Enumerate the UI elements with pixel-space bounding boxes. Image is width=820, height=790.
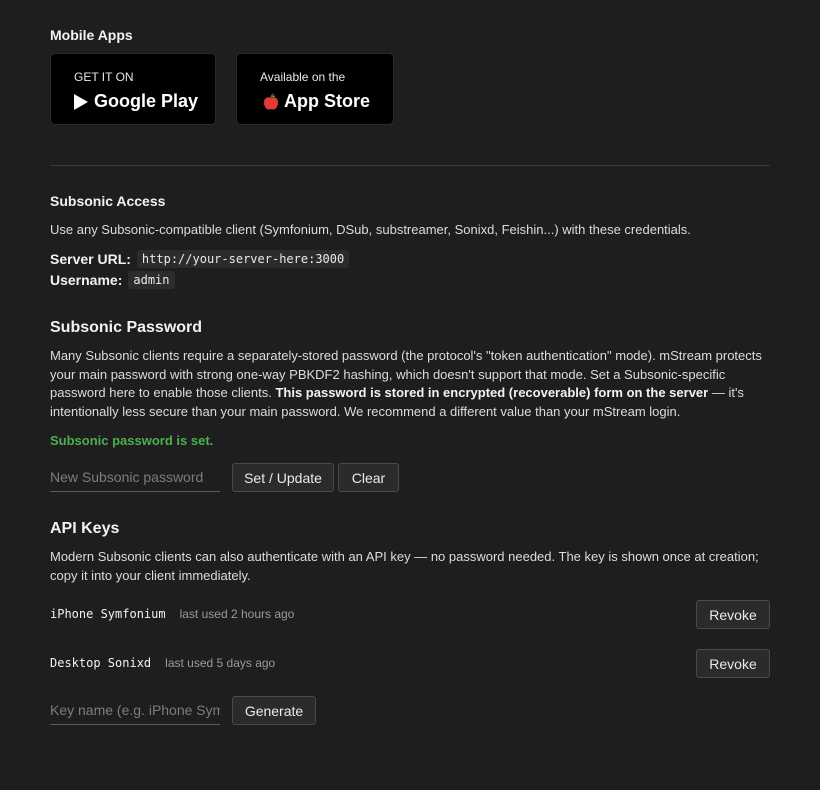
api-key-row: Desktop Sonixd last used 5 days ago [50, 656, 275, 670]
app-store-badge[interactable]: Available on the App Store [236, 53, 394, 125]
set-update-button[interactable]: Set / Update [232, 463, 334, 492]
api-key-name: iPhone Symfonium [50, 607, 166, 621]
google-play-big-text: Google Play [94, 91, 199, 111]
revoke-button[interactable]: Revoke [696, 649, 770, 678]
api-key-last-used: last used 2 hours ago [179, 607, 295, 621]
api-key-name: Desktop Sonixd [50, 656, 152, 670]
subsonic-password-description: Many Subsonic clients require a separate… [50, 347, 772, 421]
subsonic-password-input[interactable] [50, 469, 220, 492]
api-keys-heading: API Keys [50, 520, 120, 537]
revoke-button[interactable]: Revoke [696, 600, 770, 629]
subsonic-access-heading: Subsonic Access [50, 193, 166, 209]
google-play-small-text: GET IT ON [74, 70, 134, 84]
key-name-input[interactable] [50, 702, 220, 725]
app-store-big-text: App Store [284, 91, 371, 111]
play-icon [74, 93, 88, 110]
google-play-badge[interactable]: GET IT ON Google Play [50, 53, 216, 125]
server-url-label: Server URL: [50, 251, 131, 267]
api-key-row: iPhone Symfonium last used 2 hours ago [50, 607, 294, 621]
generate-button[interactable]: Generate [232, 696, 316, 725]
subsonic-password-heading: Subsonic Password [50, 319, 203, 336]
password-desc-bold: This password is stored in encrypted (re… [275, 385, 709, 400]
server-url-value: http://your-server-here:3000 [136, 250, 350, 268]
subsonic-access-description: Use any Subsonic-compatible client (Symf… [50, 222, 691, 237]
section-divider [50, 165, 770, 166]
api-keys-description: Modern Subsonic clients can also authent… [50, 549, 759, 583]
apple-icon [262, 93, 278, 110]
app-store-small-text: Available on the [260, 70, 346, 84]
password-status: Subsonic password is set. [50, 433, 214, 448]
api-key-last-used: last used 5 days ago [165, 656, 276, 670]
username-label: Username: [50, 272, 123, 288]
username-value: admin [128, 271, 175, 289]
username-row: Username: admin [50, 271, 175, 289]
server-url-row: Server URL: http://your-server-here:3000 [50, 250, 350, 268]
clear-button[interactable]: Clear [338, 463, 399, 492]
mobile-apps-heading: Mobile Apps [50, 27, 133, 43]
